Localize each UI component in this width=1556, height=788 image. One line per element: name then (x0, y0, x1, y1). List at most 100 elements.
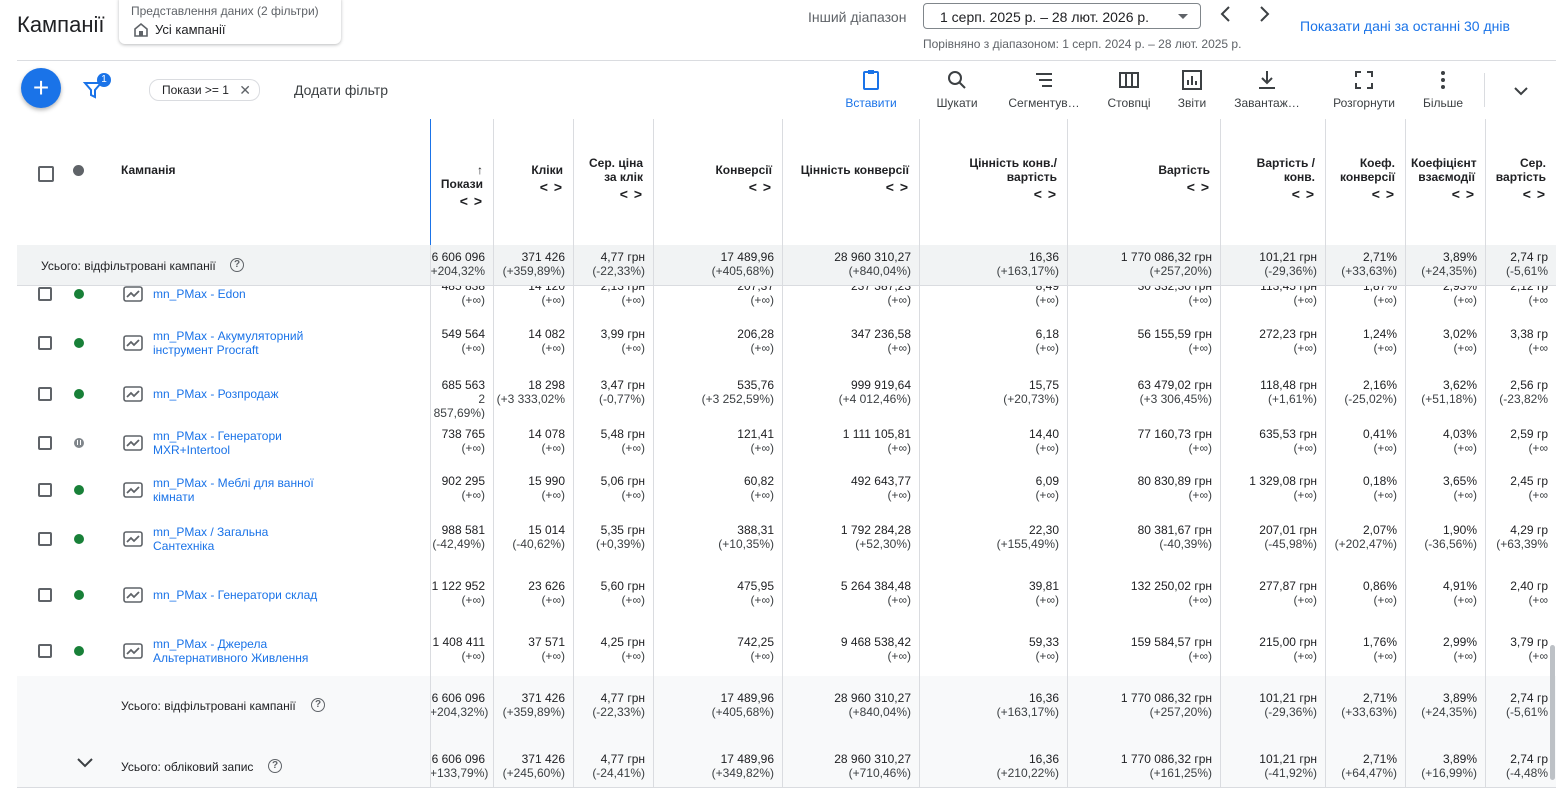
column-divider (1067, 466, 1068, 513)
campaign-name-link[interactable]: mn_PMax / Загальна Сантехніка (153, 525, 323, 553)
table-row[interactable]: mn_PMax - Генератори склад 1 122 952 (+∞) 2… (17, 564, 1556, 626)
metric-change: (-42,49%) (432, 537, 485, 551)
metric-value: 1 770 086,32 грн (1120, 691, 1212, 705)
view-selector[interactable]: Представлення даних (2 фільтри) Усі камп… (119, 0, 341, 44)
metric-change: (+∞) (1293, 293, 1317, 307)
column-header-3[interactable]: Конверсії < > (659, 163, 772, 194)
paste-button[interactable]: Вставити (842, 68, 900, 110)
help-icon[interactable]: ? (268, 759, 282, 773)
metric-value: 1,76% (1362, 635, 1397, 649)
campaign-name-link[interactable]: mn_PMax - Генератори склад (153, 588, 323, 602)
metric-change: (+∞) (541, 593, 565, 607)
sort-arrows-icon[interactable]: < > (579, 187, 643, 201)
add-campaign-button[interactable]: + (21, 68, 61, 108)
row-checkbox[interactable] (38, 482, 52, 497)
metric-value: 742,25 (737, 635, 774, 649)
sort-arrows-icon[interactable]: < > (1491, 187, 1546, 201)
select-all-checkbox[interactable] (38, 166, 54, 182)
campaign-name-link[interactable]: mn_PMax - Розпродаж (153, 387, 323, 401)
metric-change: (+∞ (1528, 293, 1548, 307)
metric-change: +133,79%) (430, 766, 489, 780)
metric-value: 371 426 (521, 691, 565, 705)
sort-arrows-icon[interactable]: < > (659, 180, 772, 194)
help-icon[interactable]: ? (311, 698, 325, 712)
campaign-name-link[interactable]: mn_PMax - Edon (153, 287, 323, 301)
table-row[interactable]: mn_PMax - Edon 485 838 (+∞) 14 120 (+∞) 2,13 … (17, 286, 1556, 318)
column-header-10[interactable]: Сер. вартість < > (1491, 156, 1546, 201)
column-header-8[interactable]: Коеф. конверсії < > (1331, 156, 1395, 201)
table-row[interactable]: mn_PMax - Джерела Альтернативного Живлен… (17, 625, 1556, 677)
sort-arrows-icon[interactable]: < > (925, 187, 1057, 201)
row-checkbox[interactable] (38, 643, 52, 658)
metric-change: (-40,62%) (512, 537, 565, 551)
column-divider (1405, 564, 1406, 625)
row-checkbox[interactable] (38, 335, 52, 350)
metric-change: (+∞) (1453, 293, 1477, 307)
column-header-7[interactable]: Вартість / конв. < > (1226, 156, 1315, 201)
column-divider (1220, 119, 1221, 245)
sort-arrows-icon[interactable]: < > (499, 180, 563, 194)
column-divider (919, 737, 920, 787)
campaign-name-link[interactable]: mn_PMax - Акумуляторний інструмент Procr… (153, 329, 323, 357)
metric-cell: 3,89% (+24,35%) (1405, 250, 1485, 278)
column-header-1[interactable]: Кліки < > (499, 163, 563, 194)
chevron-down-icon[interactable] (1512, 82, 1530, 100)
campaign-name-link[interactable]: mn_PMax - Генератори MXR+Intertool (153, 429, 323, 457)
column-header-0[interactable]: ↑ Покази < > (436, 163, 483, 208)
chevron-right-icon[interactable] (1254, 4, 1274, 24)
column-header-campaign[interactable]: Кампанія (121, 163, 176, 177)
chevron-down-icon[interactable] (76, 754, 94, 772)
sort-arrows-icon[interactable]: < > (436, 194, 483, 208)
expand-button[interactable]: Розгорнути (1328, 68, 1400, 110)
column-header-5[interactable]: Цінність конв./ вартість < > (925, 156, 1057, 201)
add-filter-button[interactable]: Додати фільтр (294, 82, 388, 98)
close-icon[interactable]: ✕ (239, 80, 251, 100)
metric-cell: 16,36 (+163,17%) (919, 691, 1067, 719)
row-checkbox[interactable] (38, 587, 52, 602)
table-row[interactable]: mn_PMax - Генератори MXR+Intertool 738 76… (17, 419, 1556, 467)
sort-arrows-icon[interactable]: < > (1226, 187, 1315, 201)
segment-button[interactable]: Сегментув… (1006, 68, 1082, 110)
date-range-select[interactable]: 1 серп. 2025 р. – 28 лют. 2026 р. (923, 3, 1201, 29)
reports-button[interactable]: Звіти (1172, 68, 1212, 110)
sort-arrows-icon[interactable]: < > (1073, 180, 1210, 194)
download-button[interactable]: Завантаж… (1231, 68, 1303, 110)
metric-change: (-29,36%) (1264, 264, 1317, 278)
table-row[interactable]: mn_PMax - Акумуляторний інструмент Procr… (17, 317, 1556, 369)
metric-cell: 549 564 (+∞) (430, 327, 493, 355)
columns-button[interactable]: Стовпці (1104, 68, 1154, 110)
table-row[interactable]: mn_PMax - Розпродаж 685 563 2 857,69%) 18 2… (17, 368, 1556, 420)
column-header-2[interactable]: Сер. ціна за клік < > (579, 156, 643, 201)
metric-change: (+∞) (621, 488, 645, 502)
filter-chip[interactable]: Покази >= 1 ✕ (149, 79, 260, 101)
campaign-name-link[interactable]: mn_PMax - Меблі для ванної кімнати (153, 476, 323, 504)
vertical-scrollbar[interactable] (1550, 645, 1555, 780)
table-row[interactable]: mn_PMax - Меблі для ванної кімнати 902 29… (17, 466, 1556, 514)
row-checkbox[interactable] (38, 435, 52, 450)
metric-change: (-22,33%) (592, 264, 645, 278)
metric-change: (+0,39%) (595, 537, 645, 551)
metric-change: (+∞) (1035, 341, 1059, 355)
row-checkbox[interactable] (38, 287, 52, 301)
metric-value: 2,71% (1362, 691, 1397, 705)
campaign-name-link[interactable]: mn_PMax - Джерела Альтернативного Живлен… (153, 637, 323, 665)
sort-arrows-icon[interactable]: < > (1411, 187, 1475, 201)
sort-arrows-icon[interactable]: < > (788, 180, 909, 194)
column-header-6[interactable]: Вартість < > (1073, 163, 1210, 194)
table-row[interactable]: mn_PMax / Загальна Сантехніка 988 581 (-42… (17, 513, 1556, 565)
column-divider (573, 245, 574, 285)
more-button[interactable]: Більше (1420, 68, 1466, 110)
metric-value: 549 564 (441, 327, 485, 341)
metric-cell: 17 489,96 (+405,68%) (653, 250, 782, 278)
last-30-days-link[interactable]: Показати дані за останні 30 днів (1300, 18, 1510, 34)
search-button[interactable]: Шукати (932, 68, 982, 110)
row-checkbox[interactable] (38, 531, 52, 546)
sort-arrows-icon[interactable]: < > (1331, 187, 1395, 201)
metric-cell: 347 236,58 (+∞) (782, 327, 919, 355)
chevron-left-icon[interactable] (1216, 4, 1236, 24)
column-header-4[interactable]: Цінність конверсії < > (788, 163, 909, 194)
row-checkbox[interactable] (38, 386, 52, 401)
column-header-9[interactable]: Коефіцієнт взаємодії < > (1411, 156, 1477, 201)
help-icon[interactable]: ? (230, 258, 244, 272)
column-divider (1325, 119, 1326, 245)
